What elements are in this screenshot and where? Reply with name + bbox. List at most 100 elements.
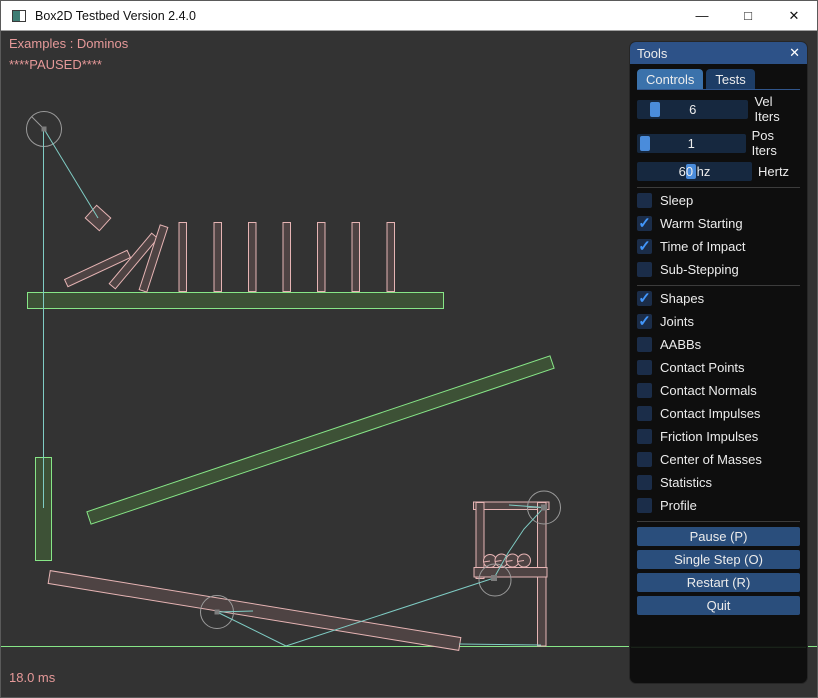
checkbox-box[interactable]: ✓ bbox=[637, 314, 652, 329]
simulation-canvas[interactable]: Examples : Dominos ****PAUSED**** 18.0 m… bbox=[1, 31, 818, 698]
close-icon: ✕ bbox=[789, 8, 800, 24]
upright-domino[interactable] bbox=[318, 223, 326, 292]
upright-domino[interactable] bbox=[249, 223, 257, 292]
checkbox-joints[interactable]: ✓ Joints bbox=[637, 314, 800, 329]
checkbox-box[interactable]: ✓ bbox=[637, 429, 652, 444]
separator bbox=[637, 521, 800, 522]
checkbox-contact-impulses[interactable]: ✓ Contact Impulses bbox=[637, 406, 800, 421]
pos-iters-slider[interactable]: 1 bbox=[637, 134, 746, 153]
maximize-button[interactable]: □ bbox=[725, 1, 771, 30]
slider-value: 60 hz bbox=[637, 162, 752, 181]
checkbox-center-of-masses[interactable]: ✓ Center of Masses bbox=[637, 452, 800, 467]
minimize-button[interactable]: — bbox=[679, 1, 725, 30]
upright-domino[interactable] bbox=[179, 223, 187, 292]
checkbox-friction-impulses[interactable]: ✓ Friction Impulses bbox=[637, 429, 800, 444]
checkbox-time-of-impact[interactable]: ✓ Time of Impact bbox=[637, 239, 800, 254]
upright-domino[interactable] bbox=[283, 223, 291, 292]
pos-iters-row: 1 Pos Iters bbox=[637, 128, 800, 158]
app-window: Box2D Testbed Version 2.4.0 — □ ✕ bbox=[0, 0, 818, 698]
checkbox-statistics[interactable]: ✓ Statistics bbox=[637, 475, 800, 490]
check-icon: ✓ bbox=[638, 239, 651, 254]
upright-domino[interactable] bbox=[387, 223, 395, 292]
single-step-button[interactable]: Single Step (O) bbox=[637, 550, 800, 569]
checkbox-box[interactable]: ✓ bbox=[637, 360, 652, 375]
checkbox-label: Joints bbox=[660, 314, 694, 329]
checkbox-sleep[interactable]: ✓ Sleep bbox=[637, 193, 800, 208]
pause-button[interactable]: Pause (P) bbox=[637, 527, 800, 546]
upright-domino[interactable] bbox=[214, 223, 222, 292]
checkbox-box[interactable]: ✓ bbox=[637, 475, 652, 490]
hertz-slider[interactable]: 60 hz bbox=[637, 162, 752, 181]
paused-label: ****PAUSED**** bbox=[9, 57, 102, 72]
tab-controls[interactable]: Controls bbox=[637, 69, 703, 89]
window-title: Box2D Testbed Version 2.4.0 bbox=[35, 9, 196, 23]
close-button[interactable]: ✕ bbox=[771, 1, 817, 30]
checkbox-box[interactable]: ✓ bbox=[637, 337, 652, 352]
slider-value: 6 bbox=[637, 100, 748, 119]
tools-panel-title: Tools bbox=[637, 46, 667, 61]
checkbox-box[interactable]: ✓ bbox=[637, 239, 652, 254]
checkbox-box[interactable]: ✓ bbox=[637, 291, 652, 306]
checkbox-label: Sleep bbox=[660, 193, 693, 208]
caption-buttons: — □ ✕ bbox=[679, 1, 817, 30]
checkbox-label: Contact Impulses bbox=[660, 406, 760, 421]
check-icon: ✓ bbox=[638, 216, 651, 231]
app-icon bbox=[12, 10, 26, 22]
separator bbox=[637, 187, 800, 188]
long-angled-plank bbox=[87, 356, 554, 524]
checkbox-label: AABBs bbox=[660, 337, 701, 352]
check-icon: ✓ bbox=[638, 314, 651, 329]
checkbox-box[interactable]: ✓ bbox=[637, 452, 652, 467]
tab-bar: Controls Tests bbox=[637, 68, 800, 90]
titlebar: Box2D Testbed Version 2.4.0 — □ ✕ bbox=[1, 1, 817, 31]
checkbox-label: Contact Points bbox=[660, 360, 745, 375]
body-center-markers bbox=[42, 127, 548, 615]
quit-button[interactable]: Quit bbox=[637, 596, 800, 615]
panel-close-icon[interactable]: ✕ bbox=[789, 45, 800, 61]
slider-value: 1 bbox=[637, 134, 746, 153]
upright-domino[interactable] bbox=[352, 223, 360, 292]
checkbox-box[interactable]: ✓ bbox=[637, 262, 652, 277]
hertz-row: 60 hz Hertz bbox=[637, 162, 800, 181]
checkbox-box[interactable]: ✓ bbox=[637, 193, 652, 208]
shelf-balls[interactable] bbox=[484, 554, 531, 568]
ground-line-through-panel bbox=[631, 647, 806, 648]
checkbox-label: Profile bbox=[660, 498, 697, 513]
vel-iters-row: 6 Vel Iters bbox=[637, 94, 800, 124]
checkbox-contact-normals[interactable]: ✓ Contact Normals bbox=[637, 383, 800, 398]
frame-time-label: 18.0 ms bbox=[9, 670, 55, 685]
checkbox-label: Center of Masses bbox=[660, 452, 762, 467]
slider-label: Pos Iters bbox=[752, 128, 800, 158]
checkbox-label: Friction Impulses bbox=[660, 429, 758, 444]
checkbox-box[interactable]: ✓ bbox=[637, 383, 652, 398]
tab-tests[interactable]: Tests bbox=[706, 69, 754, 89]
check-icon: ✓ bbox=[638, 291, 651, 306]
checkbox-profile[interactable]: ✓ Profile bbox=[637, 498, 800, 513]
minimize-icon: — bbox=[696, 8, 709, 23]
tools-panel-titlebar[interactable]: Tools ✕ bbox=[630, 42, 807, 64]
checkbox-label: Statistics bbox=[660, 475, 712, 490]
checkbox-label: Shapes bbox=[660, 291, 704, 306]
checkbox-aabbs[interactable]: ✓ AABBs bbox=[637, 337, 800, 352]
domino-platform bbox=[28, 293, 444, 309]
vel-iters-slider[interactable]: 6 bbox=[637, 100, 748, 119]
checkbox-label: Contact Normals bbox=[660, 383, 757, 398]
separator bbox=[637, 285, 800, 286]
checkbox-sub-stepping[interactable]: ✓ Sub-Stepping bbox=[637, 262, 800, 277]
example-label: Examples : Dominos bbox=[9, 36, 128, 51]
seesaw-plank[interactable] bbox=[48, 571, 461, 651]
checkbox-shapes[interactable]: ✓ Shapes bbox=[637, 291, 800, 306]
restart-button[interactable]: Restart (R) bbox=[637, 573, 800, 592]
maximize-icon: □ bbox=[744, 8, 752, 23]
slider-label: Hertz bbox=[758, 164, 789, 179]
checkbox-label: Time of Impact bbox=[660, 239, 745, 254]
checkbox-contact-points[interactable]: ✓ Contact Points bbox=[637, 360, 800, 375]
slider-label: Vel Iters bbox=[754, 94, 800, 124]
checkbox-warm-starting[interactable]: ✓ Warm Starting bbox=[637, 216, 800, 231]
checkbox-box[interactable]: ✓ bbox=[637, 406, 652, 421]
checkbox-label: Warm Starting bbox=[660, 216, 743, 231]
checkbox-box[interactable]: ✓ bbox=[637, 498, 652, 513]
checkbox-box[interactable]: ✓ bbox=[637, 216, 652, 231]
tools-panel: Tools ✕ Controls Tests 6 Vel Iters bbox=[629, 41, 808, 684]
checkbox-label: Sub-Stepping bbox=[660, 262, 739, 277]
